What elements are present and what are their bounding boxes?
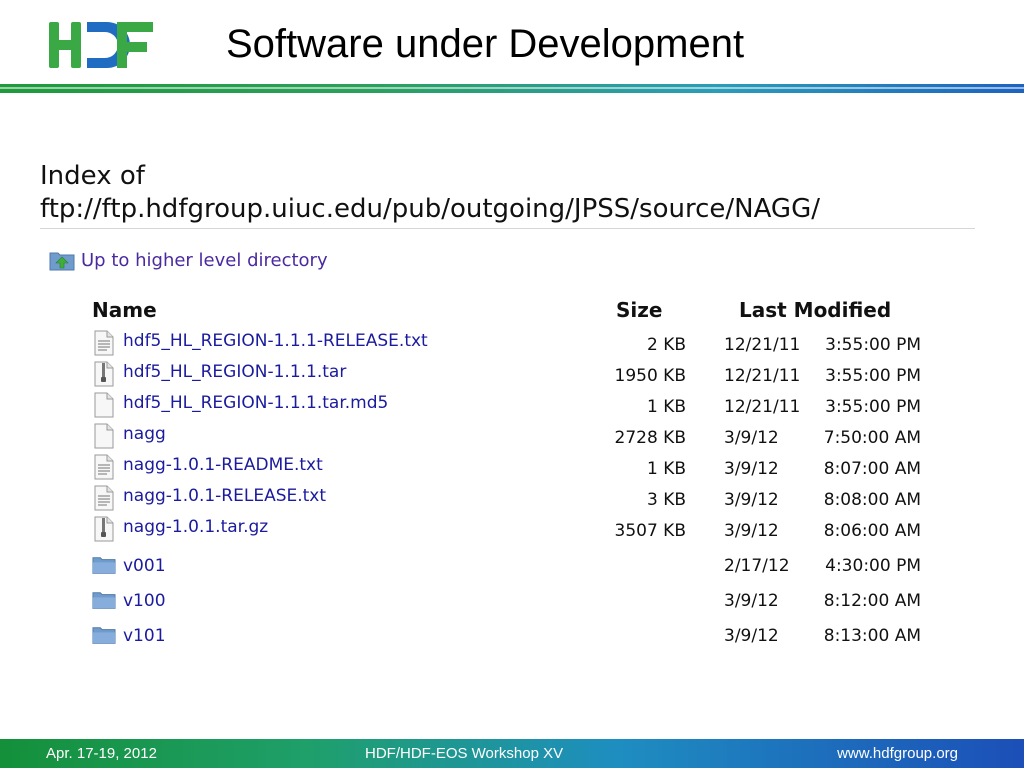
footer-bar: Apr. 17-19, 2012 HDF/HDF-EOS Workshop XV…: [0, 739, 1024, 768]
file-row: nagg-1.0.1-README.txt 1 KB 3/9/12 8:07:00 A…: [0, 454, 1024, 482]
column-header-name[interactable]: Name: [92, 298, 157, 322]
file-date: 3/9/12: [724, 591, 779, 611]
file-date: 12/21/11: [724, 335, 801, 355]
file-row: hdf5_HL_REGION-1.1.1.tar 1950 KB 12/21/11 3…: [0, 361, 1024, 389]
file-date: 3/9/12: [724, 428, 779, 448]
file-row: nagg-1.0.1-RELEASE.txt 3 KB 3/9/12 8:08:00 …: [0, 485, 1024, 513]
file-time: 3:55:00 PM: [825, 335, 921, 355]
file-size: 2728 KB: [614, 428, 686, 448]
up-directory-link[interactable]: Up to higher level directory: [49, 246, 328, 274]
file-time: 8:06:00 AM: [823, 521, 921, 541]
file-date: 2/17/12: [724, 556, 790, 576]
file-row: v100 3/9/12 8:12:00 AM: [0, 586, 1024, 614]
file-time: 7:50:00 AM: [823, 428, 921, 448]
file-link[interactable]: hdf5_HL_REGION-1.1.1.tar.md5: [123, 393, 388, 413]
file-date: 12/21/11: [724, 366, 801, 386]
file-date: 3/9/12: [724, 521, 779, 541]
text-file-icon: [92, 454, 116, 480]
file-link[interactable]: v001: [123, 556, 166, 576]
file-time: 3:55:00 PM: [825, 366, 921, 386]
footer-event: HDF/HDF-EOS Workshop XV: [365, 745, 564, 762]
footer-url: www.hdfgroup.org: [837, 745, 958, 762]
blank-file-icon: [92, 423, 116, 449]
footer-date: Apr. 17-19, 2012: [46, 745, 157, 762]
slide-title: Software under Development: [226, 22, 745, 66]
file-link[interactable]: v101: [123, 626, 166, 646]
up-directory-label[interactable]: Up to higher level directory: [81, 250, 328, 271]
file-time: 4:30:00 PM: [825, 556, 921, 576]
file-link[interactable]: nagg-1.0.1.tar.gz: [123, 517, 268, 537]
file-date: 3/9/12: [724, 490, 779, 510]
header-divider-bar: [0, 84, 1024, 93]
file-size: 1 KB: [646, 397, 686, 417]
file-row: nagg 2728 KB 3/9/12 7:50:00 AM: [0, 423, 1024, 451]
folder-icon: [92, 555, 116, 581]
text-file-icon: [92, 485, 116, 511]
file-time: 3:55:00 PM: [825, 397, 921, 417]
file-time: 8:08:00 AM: [823, 490, 921, 510]
file-size: 1 KB: [646, 459, 686, 479]
blank-file-icon: [92, 392, 116, 418]
file-link[interactable]: hdf5_HL_REGION-1.1.1.tar: [123, 362, 346, 382]
file-row: nagg-1.0.1.tar.gz 3507 KB 3/9/12 8:06:00 AM: [0, 516, 1024, 544]
file-row: hdf5_HL_REGION-1.1.1.tar.md5 1 KB 12/21/11…: [0, 392, 1024, 420]
file-date: 3/9/12: [724, 626, 779, 646]
file-link[interactable]: nagg-1.0.1-RELEASE.txt: [123, 486, 326, 506]
file-link[interactable]: hdf5_HL_REGION-1.1.1-RELEASE.txt: [123, 331, 428, 351]
folder-icon: [92, 590, 116, 616]
folder-icon: [92, 625, 116, 651]
file-row: hdf5_HL_REGION-1.1.1-RELEASE.txt 2 KB 12/2…: [0, 330, 1024, 358]
listing-divider: [40, 228, 975, 229]
archive-file-icon: [92, 361, 116, 387]
file-size: 3 KB: [646, 490, 686, 510]
file-time: 8:12:00 AM: [823, 591, 921, 611]
file-size: 1950 KB: [614, 366, 686, 386]
file-size: 3507 KB: [614, 521, 686, 541]
file-size: 2 KB: [646, 335, 686, 355]
parent-folder-icon: [49, 252, 75, 271]
index-title: Index of ftp://ftp.hdfgroup.uiuc.edu/pub…: [40, 161, 820, 224]
hdf-logo: [49, 22, 153, 68]
file-link[interactable]: v100: [123, 591, 166, 611]
file-link[interactable]: nagg: [123, 424, 166, 444]
file-link[interactable]: nagg-1.0.1-README.txt: [123, 455, 323, 475]
archive-file-icon: [92, 516, 116, 542]
file-time: 8:07:00 AM: [823, 459, 921, 479]
column-header-last-modified[interactable]: Last Modified: [739, 298, 891, 322]
file-date: 3/9/12: [724, 459, 779, 479]
file-time: 8:13:00 AM: [823, 626, 921, 646]
file-date: 12/21/11: [724, 397, 801, 417]
file-row: v001 2/17/12 4:30:00 PM: [0, 551, 1024, 579]
file-row: v101 3/9/12 8:13:00 AM: [0, 621, 1024, 649]
text-file-icon: [92, 330, 116, 356]
column-header-size[interactable]: Size: [616, 298, 662, 322]
